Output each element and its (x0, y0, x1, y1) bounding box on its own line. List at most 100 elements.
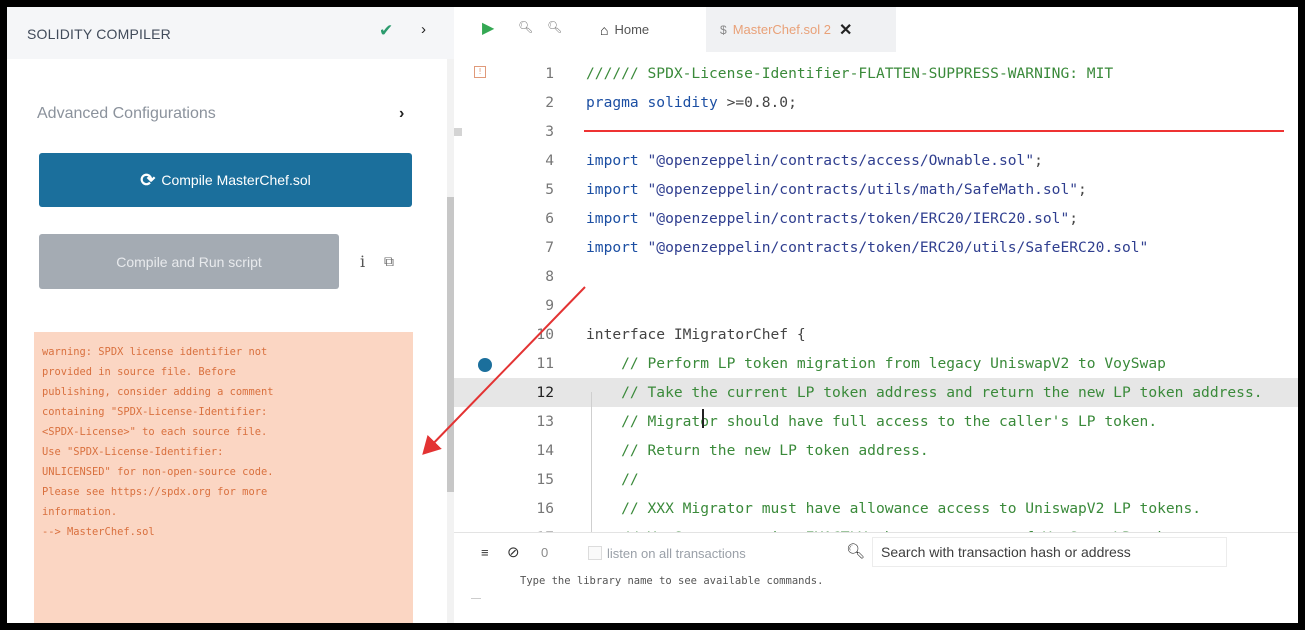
editor-tab-bar: ▶ 🔍︎ 🔍︎ ⌂ Home $ MasterChef.sol 2 ✕ (454, 7, 1298, 52)
zoom-out-icon[interactable]: 🔍︎ (518, 20, 533, 34)
panel-title: SOLIDITY COMPILER (27, 26, 171, 42)
code-token: // (586, 471, 639, 488)
file-icon: $ (720, 22, 727, 37)
code-line[interactable]: 9 (454, 291, 1298, 320)
check-icon: ✔ (379, 21, 394, 40)
advanced-configurations-toggle[interactable]: Advanced Configurations › (27, 103, 417, 129)
terminal-panel: ≡ ⊘ 0 listen on all transactions 🔍︎ Type… (454, 532, 1298, 623)
code-line[interactable]: 15 // (454, 465, 1298, 494)
transaction-search-input[interactable] (872, 537, 1227, 567)
code-line[interactable]: 11 // Perform LP token migration from le… (454, 349, 1298, 378)
code-token: // Take the current LP token address and… (586, 384, 1263, 401)
panel-header: SOLIDITY COMPILER ✔ › (7, 7, 454, 59)
compile-and-run-script-button[interactable]: Compile and Run script (39, 234, 339, 289)
clear-console-icon[interactable]: ⊘ (507, 543, 520, 561)
code-line[interactable]: 6 import "@openzeppelin/contracts/token/E… (454, 204, 1298, 233)
code-line[interactable]: 5 import "@openzeppelin/contracts/utils/m… (454, 175, 1298, 204)
listen-all-transactions-checkbox[interactable] (588, 546, 602, 560)
chevron-right-icon: › (399, 105, 405, 122)
code-token: ; (1078, 181, 1087, 198)
code-text: // Take the current LP token address and… (586, 384, 1263, 401)
breakpoint-marker[interactable] (478, 358, 492, 372)
terminal-output: Type the library name to see available c… (520, 575, 824, 587)
code-line[interactable]: 2 pragma solidity >=0.8.0; (454, 88, 1298, 117)
code-token: // Migrator should have full access to t… (586, 413, 1158, 430)
line-number[interactable]: 14 (514, 442, 554, 459)
code-token: interface IMigratorChef { (586, 326, 806, 343)
tab-home-label: Home (614, 22, 650, 37)
code-token: import (586, 210, 648, 227)
code-text: import "@openzeppelin/contracts/token/ER… (586, 239, 1148, 256)
tab-home[interactable]: ⌂ Home (584, 7, 706, 52)
compiler-warning-message: warning: SPDX license identifier not pro… (34, 332, 413, 623)
code-token: "@openzeppelin/contracts/token/ERC20/IER… (647, 210, 1070, 227)
code-area[interactable]: ! 1////// SPDX-License-Identifier-FLATTE… (454, 52, 1298, 572)
line-number[interactable]: 15 (514, 471, 554, 488)
terminal-scrollbar[interactable] (471, 598, 481, 599)
toggle-terminal-icon[interactable]: ≡ (481, 545, 489, 560)
line-number[interactable]: 1 (514, 65, 554, 82)
code-line[interactable]: 14 // Return the new LP token address. (454, 436, 1298, 465)
info-icon[interactable]: i (360, 252, 365, 271)
code-text: // Perform LP token migration from legac… (586, 355, 1166, 372)
code-line[interactable]: 10 interface IMigratorChef { (454, 320, 1298, 349)
tab-masterchef-sol[interactable]: $ MasterChef.sol 2 ✕ (706, 7, 896, 52)
compile-button-label: Compile MasterChef.sol (161, 172, 311, 188)
code-line[interactable]: 4 import "@openzeppelin/contracts/access/… (454, 146, 1298, 175)
close-icon[interactable]: ✕ (839, 20, 852, 40)
line-number[interactable]: 7 (514, 239, 554, 256)
line-number[interactable]: 8 (514, 268, 554, 285)
line-number[interactable]: 10 (514, 326, 554, 343)
line-number[interactable]: 3 (514, 123, 554, 140)
code-line[interactable]: 13 // Migrator should have full access t… (454, 407, 1298, 436)
code-line[interactable]: 7 import "@openzeppelin/contracts/token/E… (454, 233, 1298, 262)
code-editor: ▶ 🔍︎ 🔍︎ ⌂ Home $ MasterChef.sol 2 ✕ ! 1/… (454, 7, 1298, 623)
code-token: pragma solidity (586, 94, 727, 111)
play-icon[interactable]: ▶ (482, 18, 494, 38)
code-text: import "@openzeppelin/contracts/utils/ma… (586, 181, 1087, 198)
line-number[interactable]: 5 (514, 181, 554, 198)
chevron-right-icon[interactable]: › (421, 21, 426, 38)
code-token: ; (1069, 210, 1079, 227)
code-token: "@openzeppelin/contracts/access/Ownable.… (647, 152, 1035, 169)
copy-icon[interactable]: ⧉ (384, 253, 394, 270)
line-number[interactable]: 9 (514, 297, 554, 314)
compile-button[interactable]: ⟳ Compile MasterChef.sol (39, 153, 412, 207)
code-text: // XXX Migrator must have allowance acce… (586, 500, 1201, 517)
line-number[interactable]: 11 (514, 355, 554, 372)
home-icon: ⌂ (600, 21, 609, 38)
code-line[interactable]: 12 // Take the current LP token address … (454, 378, 1298, 407)
remix-ide-window: SOLIDITY COMPILER ✔ › Advanced Configura… (7, 7, 1298, 623)
code-token: ////// SPDX-License-Identifier-FLATTEN-S… (586, 65, 1114, 82)
code-line[interactable]: 8 (454, 262, 1298, 291)
line-number[interactable]: 2 (514, 94, 554, 111)
code-line[interactable]: 1 ////// SPDX-License-Identifier-FLATTEN-… (454, 59, 1298, 88)
line-number[interactable]: 16 (514, 500, 554, 517)
code-line[interactable]: 16 // XXX Migrator must have allowance a… (454, 494, 1298, 523)
line-number[interactable]: 12 (514, 384, 554, 401)
line-number[interactable]: 4 (514, 152, 554, 169)
tab-file-label: MasterChef.sol 2 (732, 22, 831, 37)
annotation-underline (584, 130, 1284, 132)
code-text: ////// SPDX-License-Identifier-FLATTEN-S… (586, 65, 1113, 82)
code-token: // XXX Migrator must have allowance acce… (586, 500, 1202, 517)
code-token: "@openzeppelin/contracts/token/ERC20/uti… (647, 239, 1149, 256)
text-cursor (702, 409, 704, 428)
line-number[interactable]: 6 (514, 210, 554, 227)
code-token: ; (1034, 152, 1043, 169)
code-token: import (586, 152, 648, 169)
code-token: "@openzeppelin/contracts/utils/math/Safe… (647, 181, 1079, 198)
compile-and-run-script-label: Compile and Run script (116, 253, 262, 270)
search-icon: 🔍︎ (846, 543, 866, 560)
zoom-in-icon[interactable]: 🔍︎ (547, 20, 562, 34)
solidity-compiler-panel: SOLIDITY COMPILER ✔ › Advanced Configura… (7, 7, 454, 623)
code-token: import (586, 239, 648, 256)
code-text: // (586, 471, 639, 488)
line-number[interactable]: 13 (514, 413, 554, 430)
code-text: // Migrator should have full access to t… (586, 413, 1157, 430)
code-text: import "@openzeppelin/contracts/token/ER… (586, 210, 1078, 227)
panel-scrollbar-thumb[interactable] (447, 197, 454, 492)
refresh-icon: ⟳ (140, 169, 156, 190)
pending-transactions-count: 0 (541, 545, 549, 560)
code-token: // Perform LP token migration from legac… (586, 355, 1166, 372)
